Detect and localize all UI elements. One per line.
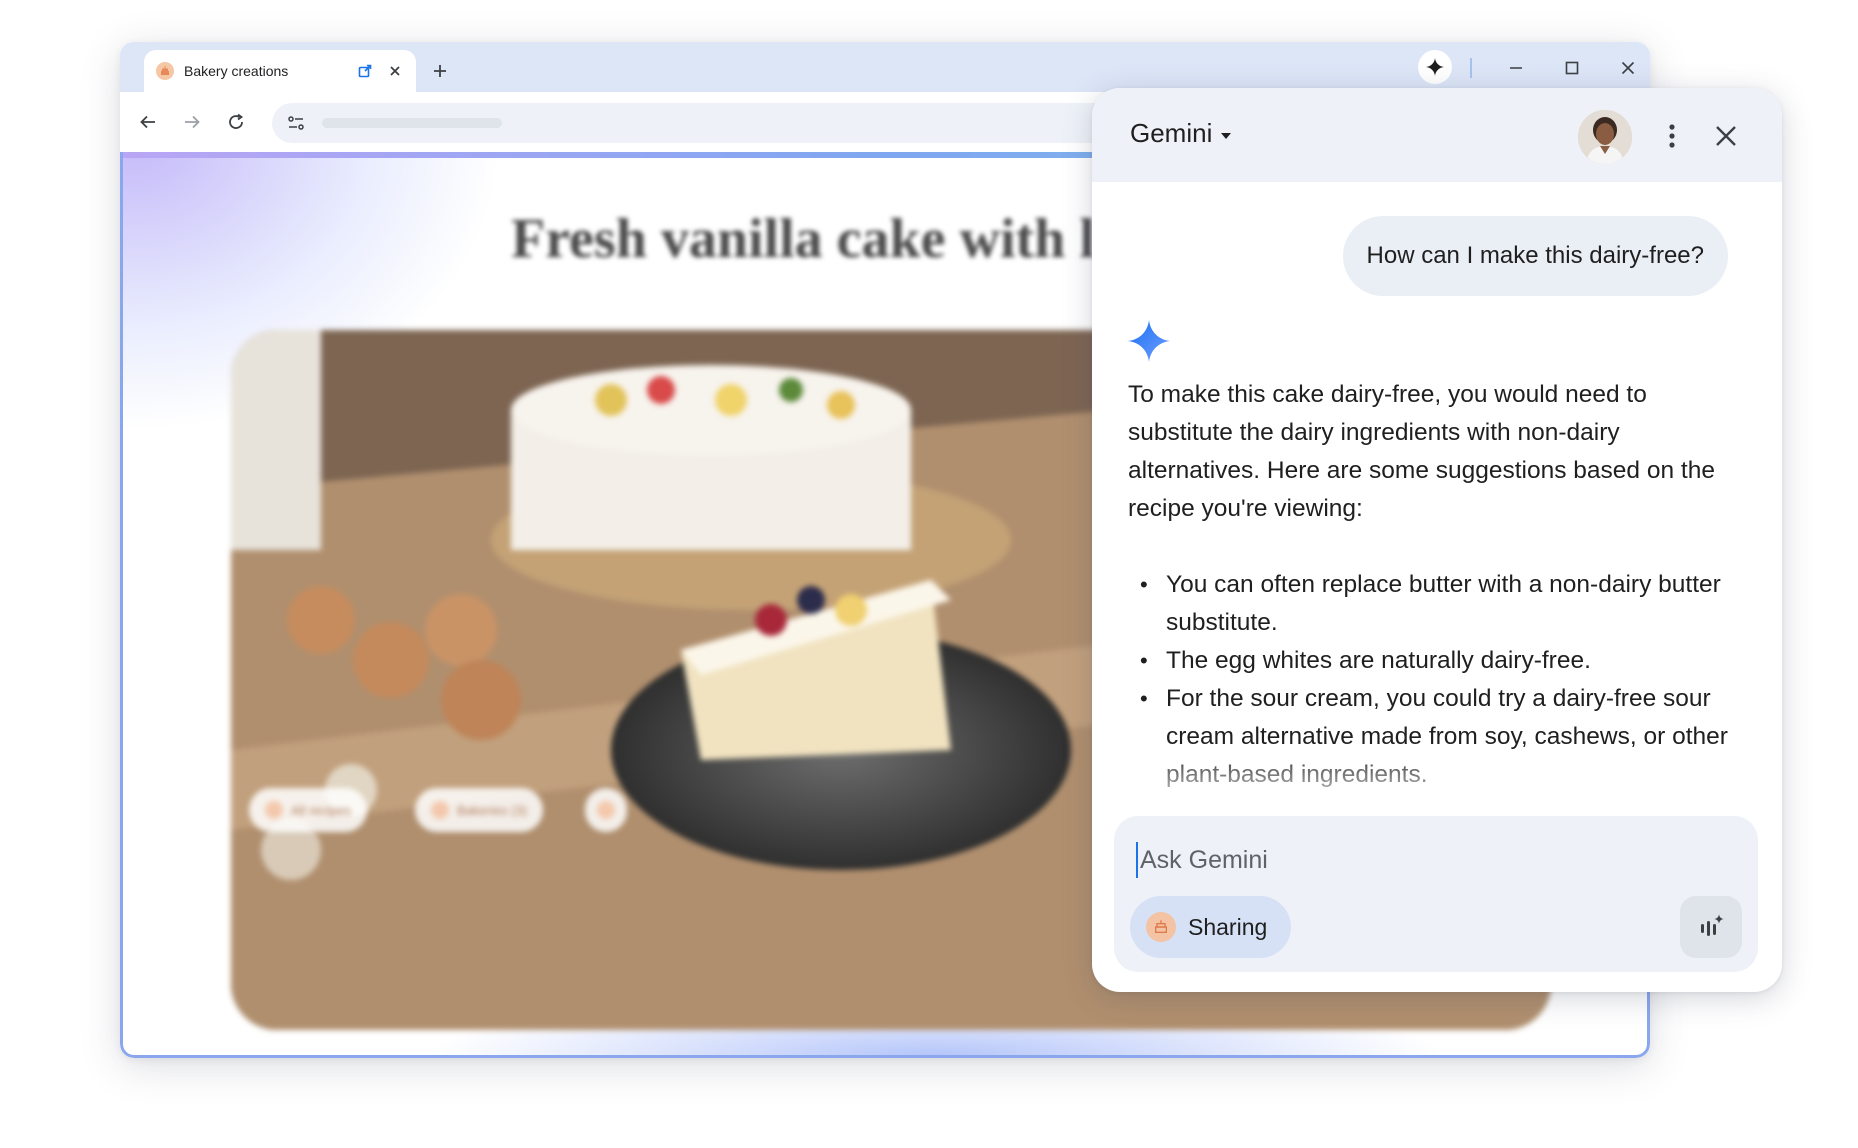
- live-voice-button[interactable]: [1680, 896, 1742, 958]
- tab-bakery-creations[interactable]: Bakery creations: [144, 50, 416, 92]
- maximize-icon: [1565, 61, 1579, 75]
- window-close-button[interactable]: [1614, 54, 1642, 82]
- avatar[interactable]: [1578, 110, 1632, 164]
- new-tab-button[interactable]: [425, 56, 455, 86]
- gemini-spark-icon: [1127, 319, 1171, 363]
- toolbar-divider: [1470, 58, 1472, 78]
- gemini-response: To make this cake dairy-free, you would …: [1128, 376, 1748, 794]
- heart-icon: [597, 801, 615, 819]
- cake-favicon-icon: [156, 62, 174, 80]
- voice-sparkle-icon: [1701, 914, 1724, 936]
- photo-chip-favorite[interactable]: [585, 788, 627, 832]
- url-placeholder-bar: [322, 118, 502, 128]
- list-item: The egg whites are naturally dairy-free.: [1128, 642, 1748, 680]
- minimize-icon: [1510, 67, 1522, 69]
- plus-icon: [434, 65, 446, 77]
- panel-close-button[interactable]: [1708, 118, 1744, 154]
- user-message-bubble: How can I make this dairy-free?: [1342, 216, 1728, 296]
- minimize-button[interactable]: [1502, 54, 1530, 82]
- forward-button[interactable]: [178, 108, 206, 136]
- gemini-panel: Gemini How can I make this dairy-free? T…: [1092, 88, 1782, 992]
- gemini-toolbar-button[interactable]: [1418, 50, 1452, 84]
- chip-icon: [431, 801, 449, 819]
- chip-label: All recipes: [291, 802, 351, 818]
- photo-chip-all-recipes[interactable]: All recipes: [249, 788, 367, 832]
- photo-chip-bakeries[interactable]: Bakeries (3): [415, 788, 544, 832]
- more-options-button[interactable]: [1654, 118, 1690, 154]
- tab-title: Bakery creations: [184, 63, 289, 79]
- gemini-title: Gemini: [1130, 118, 1213, 148]
- sharing-label: Sharing: [1188, 913, 1268, 940]
- page-title: Fresh vanilla cake with l: [511, 208, 1095, 270]
- more-vert-icon: [1669, 124, 1675, 148]
- arrow-left-icon: [140, 115, 155, 129]
- chip-icon: [265, 801, 283, 819]
- cake-favicon-icon: [1146, 912, 1176, 942]
- sharing-button[interactable]: Sharing: [1130, 896, 1292, 958]
- gemini-spark-icon: [1426, 58, 1444, 76]
- tab-close-icon[interactable]: [386, 62, 404, 80]
- ask-gemini-input[interactable]: [1136, 842, 1656, 878]
- chip-label: Bakeries (3): [457, 802, 528, 818]
- maximize-button[interactable]: [1558, 54, 1586, 82]
- reload-button[interactable]: [222, 108, 250, 136]
- tab-share-icon[interactable]: [356, 62, 374, 80]
- tab-strip: Bakery creations: [120, 42, 1650, 92]
- arrow-right-icon: [185, 115, 200, 129]
- close-icon: [1716, 126, 1736, 146]
- close-icon: [1621, 61, 1635, 75]
- list-item: You can often replace butter with a non-…: [1128, 566, 1748, 642]
- site-info-icon[interactable]: [284, 111, 308, 135]
- gemini-header: Gemini: [1092, 88, 1782, 182]
- caret-down-icon: [1220, 130, 1232, 142]
- back-button[interactable]: [134, 108, 162, 136]
- gemini-model-switcher[interactable]: Gemini: [1130, 118, 1232, 149]
- prompt-composer: Sharing: [1114, 816, 1758, 972]
- reload-icon: [229, 113, 244, 129]
- response-intro: To make this cake dairy-free, you would …: [1128, 381, 1715, 522]
